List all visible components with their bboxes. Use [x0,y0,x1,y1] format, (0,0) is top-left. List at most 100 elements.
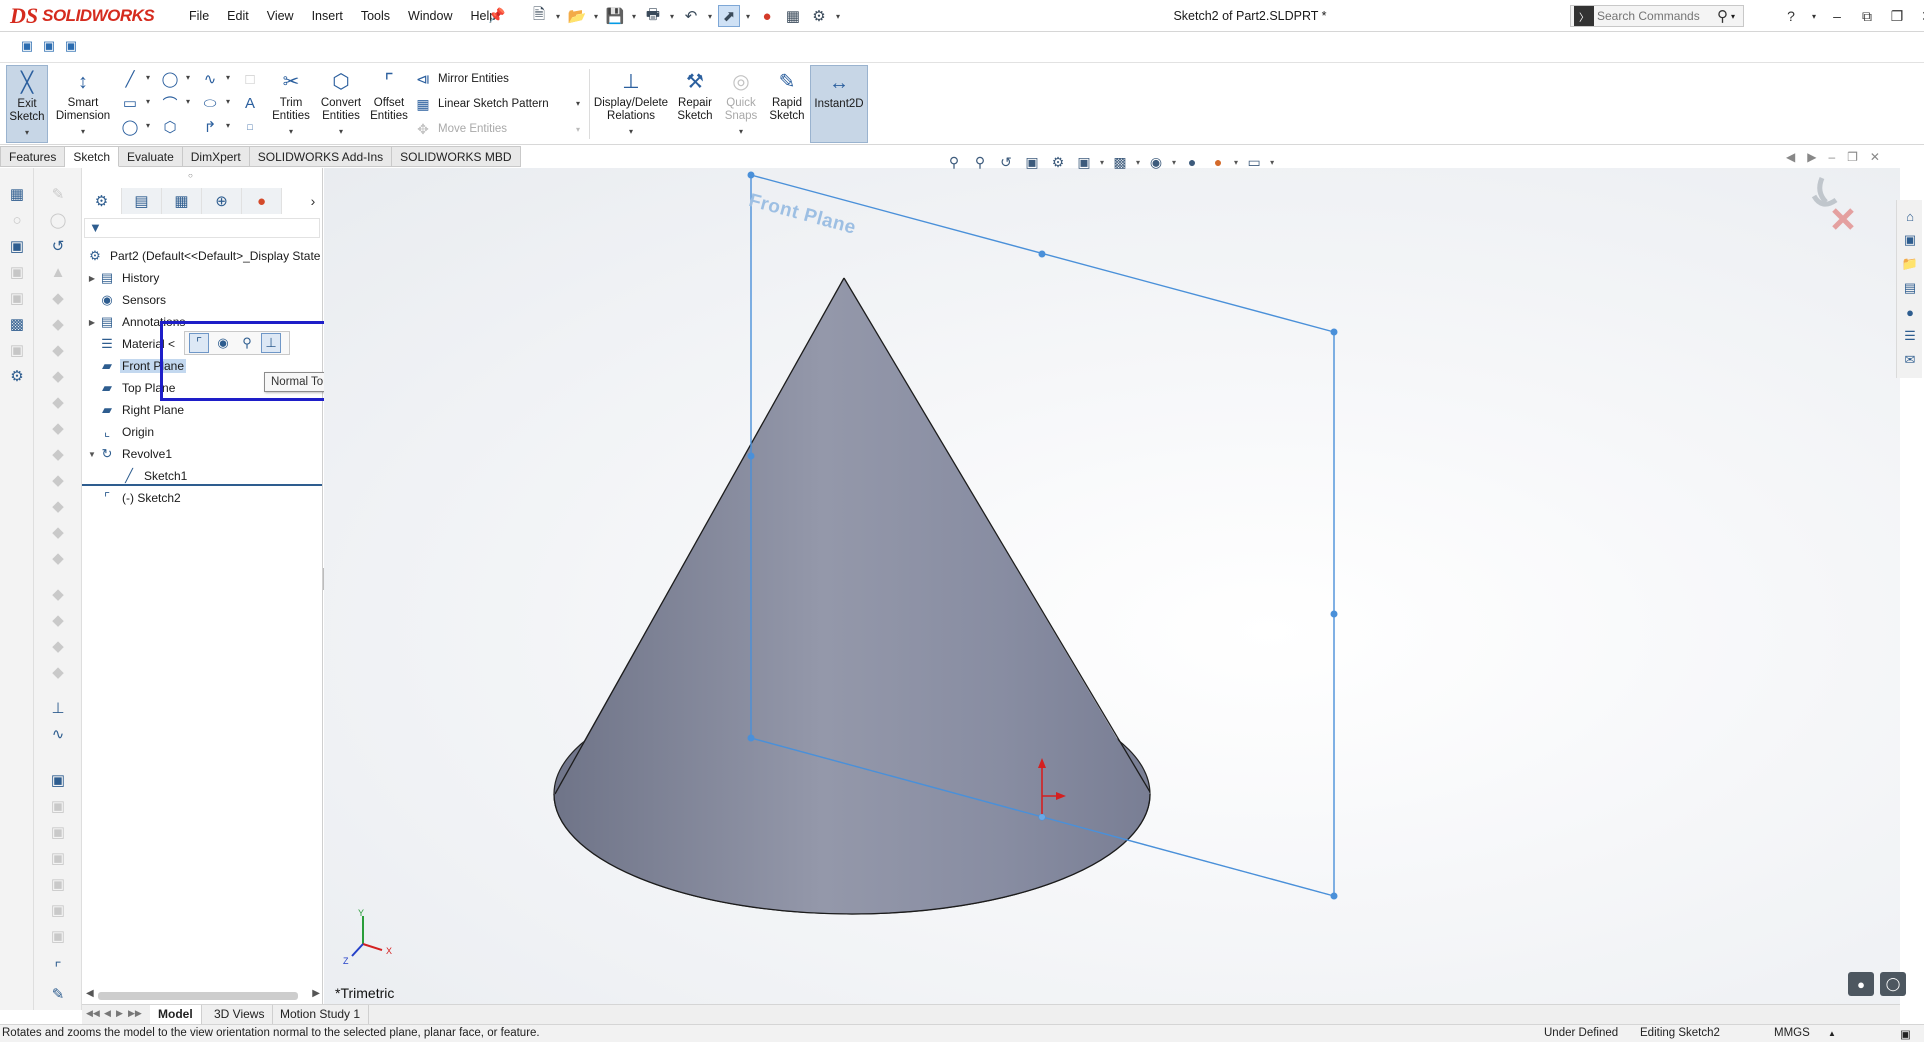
mirror-entities-button[interactable]: ⧏ Mirror Entities [414,69,509,89]
sketch-toolbar-icon-3[interactable]: ▣ [6,236,28,256]
dynamic-annotation-icon[interactable]: ⚙ [1048,152,1068,172]
circle-caret[interactable]: ▾ [186,73,190,82]
convert-entities-button[interactable]: ⬡ Convert Entities ▾ [316,65,366,143]
ellipse-icon[interactable]: ⬭ [200,93,220,113]
scroll-left-icon[interactable]: ◀ [86,988,94,999]
minimize-icon[interactable]: – [1826,5,1848,27]
line-icon[interactable]: ╱ [120,69,140,89]
appearances-icon[interactable]: ● [1900,302,1920,322]
expand-arrow-icon[interactable]: ▶ [86,274,98,283]
select-pointer-icon[interactable]: ⬈ [718,5,740,27]
tab-last-icon[interactable]: ▶▶ [128,1008,142,1019]
view-icon-3[interactable]: ▣ [62,38,80,56]
tab-prev-icon[interactable]: ◀ [104,1008,111,1019]
panel-collapse-handle-icon[interactable]: ○ [188,171,193,180]
menu-window[interactable]: Window [399,0,461,32]
status-bar-icon[interactable]: ▣ [1900,1027,1911,1041]
help-caret-icon[interactable]: ▾ [1810,5,1818,27]
tab-model[interactable]: Model [150,1005,202,1024]
menu-edit[interactable]: Edit [218,0,258,32]
units-status[interactable]: MMGS [1774,1027,1810,1039]
circle-icon[interactable]: ◯ [160,69,180,89]
trim-entities-caret[interactable]: ▾ [289,125,293,138]
view-icon-1[interactable]: ▣ [18,38,36,56]
curves-icon[interactable]: ∿ [47,724,69,744]
smart-dimension-caret[interactable]: ▾ [81,125,85,138]
tab-next-icon[interactable]: ▶ [116,1008,123,1019]
tree-item-history[interactable]: ▶ ▤ History [86,268,161,288]
new-document-icon[interactable]: 🗎 [528,5,550,27]
tree-item-origin[interactable]: ⌞ Origin [86,422,156,442]
solidworks-logo[interactable]: DS SOLIDWORKS [10,3,155,29]
plane-handle-bl[interactable] [747,734,755,742]
tree-root-part[interactable]: ⚙ Part2 (Default<<Default>_Display State [86,246,322,266]
home-icon[interactable]: ⌂ [1900,206,1920,226]
point-icon[interactable]: □ [240,117,260,137]
tree-item-sensors[interactable]: ◉ Sensors [86,290,168,310]
undo-dropdown-caret[interactable]: ▾ [706,12,714,21]
sketch-toolbar-icon-1[interactable]: ▦ [6,184,28,204]
linear-sketch-pattern-button[interactable]: ▦ Linear Sketch Pattern [414,94,548,114]
search-commands-box[interactable]: 〉 ⚲ ▾ [1570,5,1744,27]
options-dropdown-caret[interactable]: ▾ [834,12,842,21]
slot-icon[interactable]: ◯ [120,117,140,137]
zoom-to-fit-icon[interactable]: ⚲ [944,152,964,172]
exit-sketch-button[interactable]: ╳ Exit Sketch ▾ [6,65,48,143]
close-icon[interactable]: ✕ [1916,5,1924,27]
microphone-icon[interactable]: ● [1848,972,1874,996]
sketch-toolbar-icon-8[interactable]: ⚙ [6,366,28,386]
line-caret[interactable]: ▾ [146,73,150,82]
view-cube-icon-1[interactable]: ▣ [47,770,69,790]
tree-item-revolve1[interactable]: ▼ ↻ Revolve1 [86,444,174,464]
display-manager-tab-icon[interactable]: ● [242,188,282,214]
help-icon[interactable]: ? [1780,5,1802,27]
units-caret-icon[interactable]: ▲ [1828,1029,1836,1038]
featuremanager-tab-icon[interactable]: ⚙ [82,188,122,214]
repair-sketch-button[interactable]: ⚒ Repair Sketch [674,65,716,143]
arc-icon[interactable]: ⌒ [160,93,180,113]
hide-show-caret[interactable]: ▾ [1172,158,1176,167]
model-canvas[interactable] [324,168,1896,1004]
offset-entities-button[interactable]: ⌜ Offset Entities [368,65,410,143]
tree-item-sketch2[interactable]: ⌜ (-) Sketch2 [86,488,183,508]
plane-handle-tr[interactable] [1330,328,1338,336]
tab-motion-study-1[interactable]: Motion Study 1 [272,1005,370,1024]
tab-evaluate[interactable]: Evaluate [119,146,183,167]
trim-entities-button[interactable]: ✂ Trim Entities ▾ [268,65,314,143]
custom-properties-icon[interactable]: ☰ [1900,326,1920,346]
reference-geometry-icon[interactable]: ⊥ [47,698,69,718]
view-settings-icon[interactable]: ▭ [1244,152,1264,172]
tile-windows-icon[interactable]: ⧉ [1856,5,1878,27]
tab-sketch[interactable]: Sketch [65,146,120,167]
open-dropdown-caret[interactable]: ▾ [592,12,600,21]
ellipse-caret[interactable]: ▾ [226,97,230,106]
rotate-view-icon[interactable]: ◯ [1880,972,1906,996]
exit-sketch-caret[interactable]: ▾ [25,126,29,139]
confirmation-corner[interactable] [1811,177,1854,230]
view-orientation-icon[interactable]: ▣ [1074,152,1094,172]
edit-appearance-icon[interactable]: ● [1182,152,1202,172]
display-style-caret[interactable]: ▾ [1136,158,1140,167]
view-settings-caret[interactable]: ▾ [1270,158,1274,167]
print-dropdown-caret[interactable]: ▾ [668,12,676,21]
propertymanager-tab-icon[interactable]: ▤ [122,188,162,214]
plane-handle-left[interactable] [747,452,755,460]
menu-insert[interactable]: Insert [303,0,352,32]
viewport-expand-icon[interactable]: ▶ [1807,150,1816,164]
select-dropdown-caret[interactable]: ▾ [744,12,752,21]
rollback-bar[interactable] [82,484,322,486]
save-dropdown-caret[interactable]: ▾ [630,12,638,21]
collapse-arrow-icon[interactable]: ▼ [86,450,98,459]
smart-dimension-button[interactable]: ↕ Smart Dimension ▾ [52,65,114,143]
search-input[interactable] [1597,9,1715,23]
hide-show-items-icon[interactable]: ◉ [1146,152,1166,172]
sketch-toolbar-icon-6[interactable]: ▩ [6,314,28,334]
polygon-icon[interactable]: ⬡ [160,117,180,137]
search-dropdown-caret[interactable]: ▾ [1731,12,1735,21]
design-library-icon[interactable]: 📁 [1900,254,1920,274]
arc-caret[interactable]: ▾ [186,97,190,106]
print-icon[interactable]: 🖶 [642,5,664,27]
file-explorer-icon[interactable]: ▤ [1900,278,1920,298]
menu-file[interactable]: File [180,0,218,32]
resources-icon[interactable]: ▣ [1900,230,1920,250]
